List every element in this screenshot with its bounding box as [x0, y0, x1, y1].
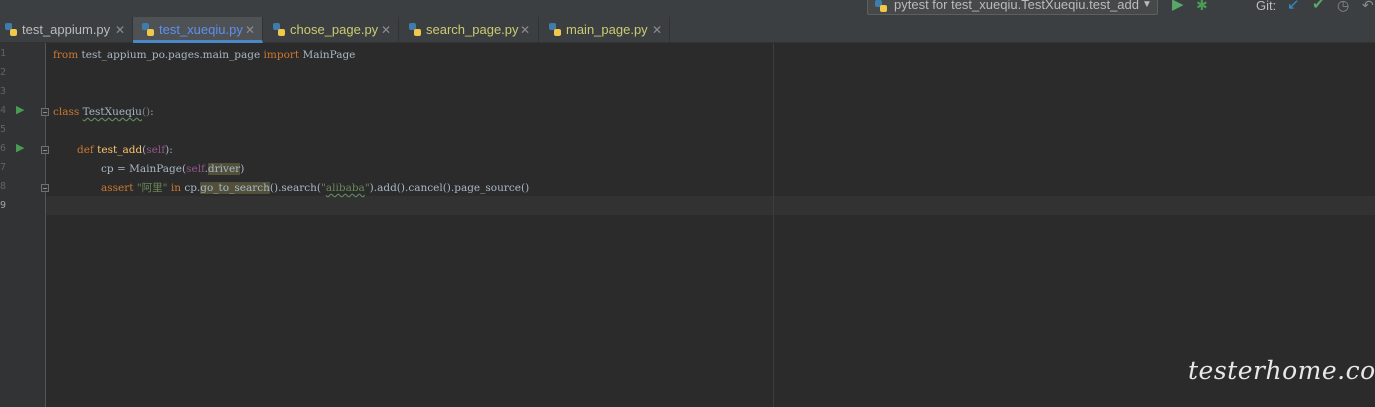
python-file-icon [273, 23, 285, 36]
editor-tab-bar: test_appium.py ✕ test_xueqiu.py ✕ chose_… [0, 17, 1375, 43]
method-chain: ().search( [269, 182, 322, 194]
object-ref: cp. [180, 182, 201, 194]
run-icon[interactable]: ▶ [1172, 0, 1184, 14]
history-icon[interactable]: ◷ [1337, 0, 1349, 14]
attribute-driver: driver [207, 163, 241, 175]
tab-label: main_page.py [566, 22, 648, 37]
tab-main-page[interactable]: main_page.py ✕ [539, 17, 670, 43]
self-keyword: self [186, 163, 205, 175]
line-number: 6 [0, 143, 7, 154]
code-line-8: assert "阿里" in cp.go_to_search().search(… [101, 179, 529, 198]
code-line-7: cp = MainPage(self.driver) [101, 160, 244, 179]
close-icon[interactable]: ✕ [520, 17, 530, 43]
keyword: import [263, 49, 300, 61]
code-line-4: class TestXueqiu(): [53, 103, 154, 122]
self-param: self [146, 144, 166, 156]
run-configuration-dropdown[interactable]: pytest for test_xueqiu.TestXueqiu.test_a… [867, 0, 1158, 15]
tab-test-appium[interactable]: test_appium.py ✕ [0, 17, 133, 43]
colon: : [169, 144, 173, 156]
run-test-method-icon[interactable]: ▶ [16, 141, 24, 154]
line-number: 4 [0, 105, 7, 116]
keyword: def [77, 144, 94, 156]
current-line-highlight [46, 196, 1375, 215]
revert-icon[interactable]: ↶ [1362, 0, 1374, 14]
close-icon[interactable]: ✕ [381, 17, 391, 43]
watermark: testerhome.com [1188, 356, 1375, 385]
git-commit-icon[interactable]: ✔ [1312, 0, 1325, 14]
line-number: 2 [0, 67, 7, 78]
line-number: 7 [0, 162, 7, 173]
python-file-icon [409, 23, 421, 36]
line-number: 1 [0, 48, 7, 59]
line-number: 8 [0, 181, 7, 192]
python-file-icon [142, 23, 154, 36]
close-icon[interactable]: ✕ [652, 17, 662, 43]
line-number: 5 [0, 124, 7, 135]
class-name: TestXueqiu [82, 106, 142, 118]
python-file-icon [549, 23, 561, 36]
git-update-icon[interactable]: ↙ [1287, 0, 1300, 14]
method-go-to-search: go_to_search [200, 182, 270, 194]
line-number-current: 9 [0, 200, 7, 211]
colon: : [150, 106, 154, 118]
line-number: 3 [0, 86, 7, 97]
function-name: test_add [97, 144, 143, 156]
close-icon[interactable]: ✕ [245, 17, 255, 43]
parentheses: () [141, 106, 151, 118]
python-file-icon [5, 23, 17, 36]
line-number-gutter[interactable]: 1 2 3 4 5 6 7 8 9 ▶ ▶ [0, 43, 49, 407]
tab-label: test_xueqiu.py [159, 22, 243, 37]
string-literal: "阿里" [136, 182, 168, 194]
chevron-down-icon[interactable]: ▼ [1142, 0, 1152, 10]
tab-chose-page[interactable]: chose_page.py ✕ [263, 17, 399, 43]
keyword: class [53, 106, 80, 118]
close-paren: ) [240, 163, 245, 175]
tab-label: search_page.py [426, 22, 519, 37]
code-editor[interactable]: 1 2 3 4 5 6 7 8 9 ▶ ▶ from test_appium_p… [0, 43, 1375, 407]
run-configuration-label: pytest for test_xueqiu.TestXueqiu.test_a… [894, 0, 1139, 12]
fold-end-icon[interactable] [41, 184, 49, 192]
fold-method-icon[interactable] [41, 146, 49, 154]
string-literal: alibaba [325, 182, 365, 194]
keyword: in [170, 182, 181, 194]
module-path: test_appium_po.pages.main_page [78, 49, 264, 61]
assignment: cp = MainPage( [101, 163, 187, 175]
tab-label: test_appium.py [22, 22, 111, 37]
tab-label: chose_page.py [290, 22, 379, 37]
tab-search-page[interactable]: search_page.py ✕ [399, 17, 539, 43]
git-label: Git: [1256, 0, 1277, 13]
fold-class-icon[interactable] [41, 108, 49, 116]
method-chain: ).add().cancel().page_source() [369, 182, 530, 194]
keyword: from [53, 49, 79, 61]
run-test-class-icon[interactable]: ▶ [16, 103, 24, 116]
keyword: assert [101, 182, 134, 194]
code-line-6: def test_add(self): [77, 141, 173, 160]
imported-name: MainPage [299, 49, 356, 61]
run-toolbar: pytest for test_xueqiu.TestXueqiu.test_a… [0, 0, 1375, 17]
right-margin-guide [773, 43, 774, 407]
debug-icon[interactable]: ✱ [1196, 0, 1208, 14]
close-icon[interactable]: ✕ [115, 17, 125, 43]
python-icon [875, 0, 887, 12]
code-line-1: from test_appium_po.pages.main_page impo… [53, 46, 355, 65]
tab-test-xueqiu[interactable]: test_xueqiu.py ✕ [133, 17, 263, 43]
